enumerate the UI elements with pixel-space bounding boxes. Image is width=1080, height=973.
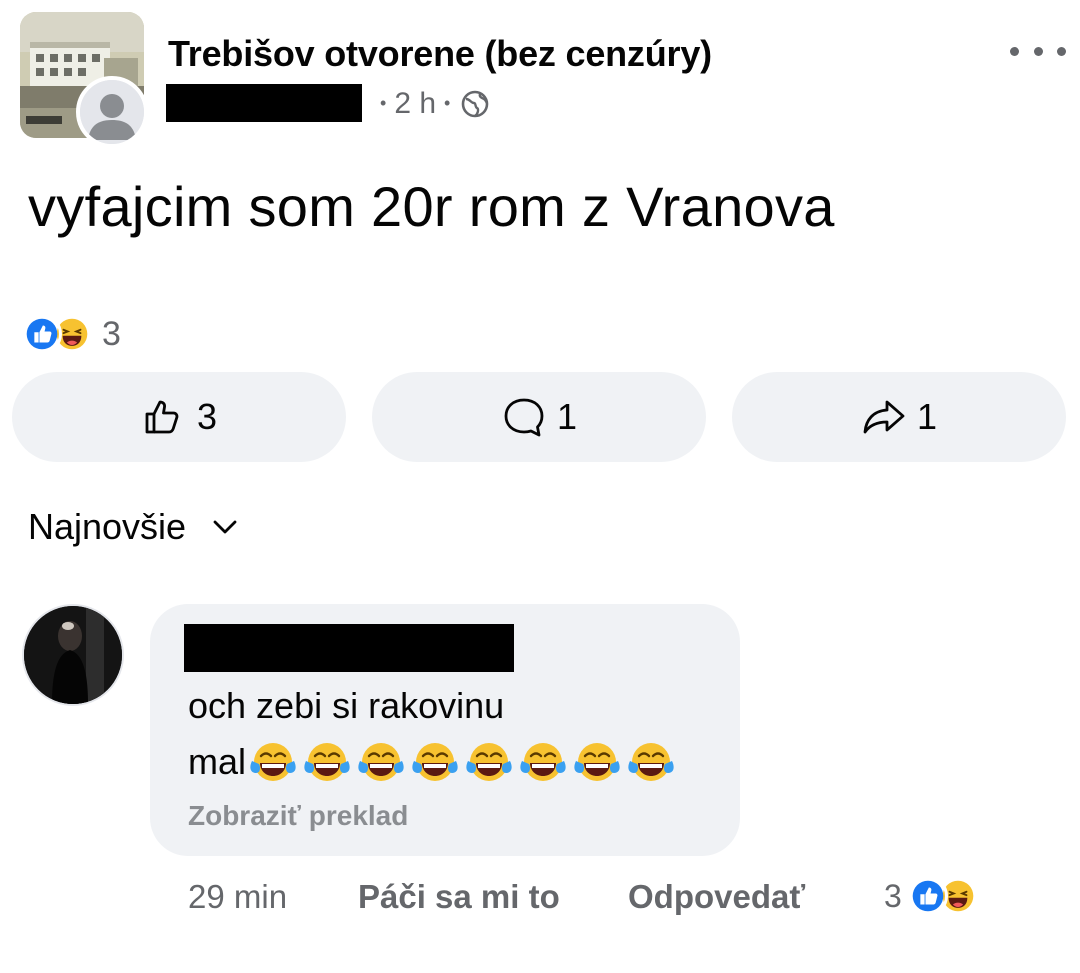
share-arrow-icon [863,400,905,434]
laugh-cry-emoji [304,743,350,781]
comment-bubble-icon [504,398,544,437]
chevron-down-icon [213,520,237,534]
comment-reactions[interactable]: 3 [884,876,978,916]
comment-like-button[interactable]: Páči sa mi to [358,878,560,916]
comment-reply-button[interactable]: Odpovedať [628,878,805,916]
comment-text: och zebi si rakovinu mal [188,678,680,790]
laugh-cry-emoji [466,743,512,781]
reactions-summary[interactable]: 3 [22,312,121,356]
group-name[interactable]: Trebišov otvorene (bez cenzúry) [168,32,712,76]
comment-time[interactable]: 29 min [188,878,287,916]
more-horizontal-icon [1057,46,1066,56]
more-options-button[interactable] [1010,36,1066,66]
more-horizontal-icon [1033,46,1043,56]
commenter-avatar[interactable] [22,604,124,706]
separator-dot: • [444,92,451,113]
globe-icon [462,90,489,118]
laugh-cry-emoji [628,743,674,781]
like-icon [907,876,948,916]
post-text: vyfajcim som 20r rom z Vranova [28,175,835,238]
like-icon [22,314,62,354]
sort-label: Najnovšie [28,506,187,547]
comment-line: mal [188,734,680,790]
like-button[interactable]: 3 [12,372,346,462]
laugh-cry-emoji [412,743,458,781]
more-horizontal-icon [1010,46,1019,56]
share-button[interactable]: 1 [732,372,1066,462]
see-translation-link[interactable]: Zobraziť preklad [188,800,408,832]
post-meta: • 2 h • [372,84,490,124]
comment-text-fragment: mal [188,741,247,782]
comment-button[interactable]: 1 [372,372,706,462]
thumbs-up-icon [145,400,179,434]
comment-count: 1 [556,396,578,437]
comment-sort-dropdown[interactable]: Najnovšie [28,506,240,548]
comment-line: och zebi si rakovinu [188,685,505,726]
commenter-photo [24,606,122,704]
reaction-count: 3 [102,314,121,353]
share-count: 1 [916,396,938,437]
default-person-icon [80,80,144,144]
laugh-cry-emoji [520,743,566,781]
redacted-commenter-name [184,624,514,672]
laugh-cry-emoji [574,743,620,781]
laugh-cry-emoji [250,743,296,781]
like-count: 3 [196,396,218,437]
laugh-cry-emoji [358,743,404,781]
post-time[interactable]: 2 h [394,87,436,121]
redacted-author-name [166,84,362,122]
separator-dot: • [380,92,387,113]
emoji-row [248,737,680,787]
comment-reaction-count: 3 [884,877,902,914]
author-avatar[interactable] [76,76,148,148]
